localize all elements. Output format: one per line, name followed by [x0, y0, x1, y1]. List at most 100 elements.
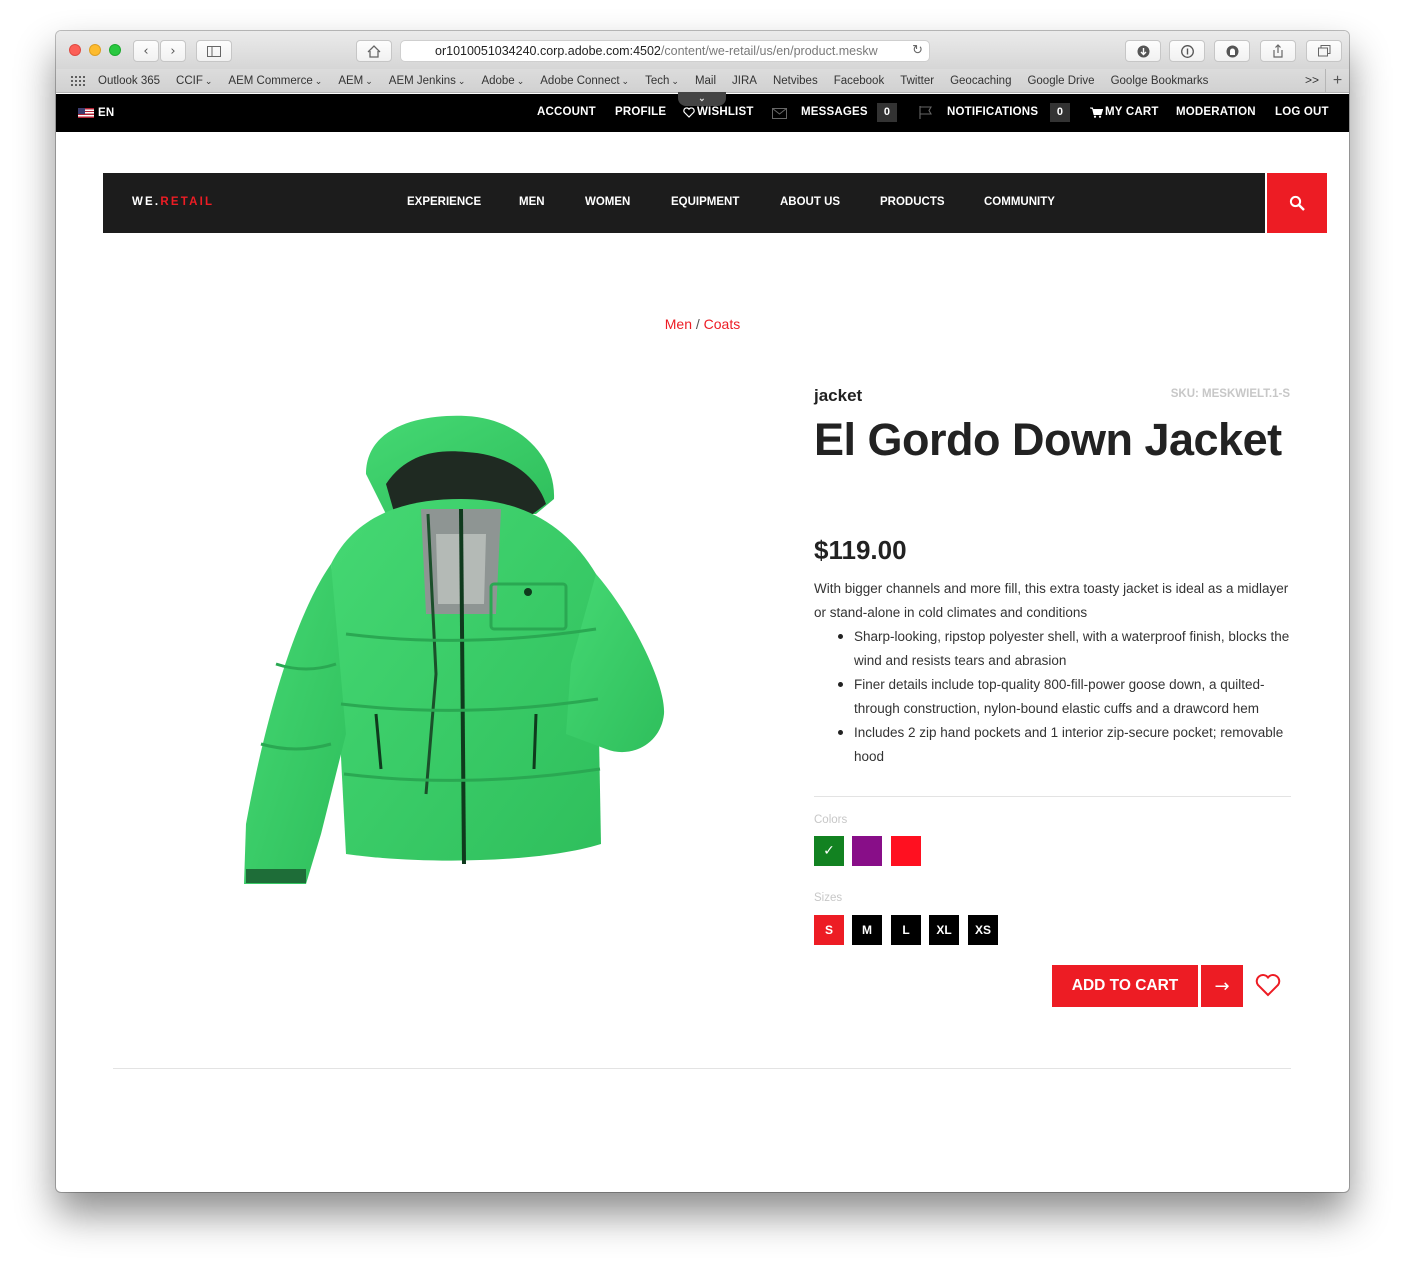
nav-community[interactable]: COMMUNITY: [984, 196, 1055, 208]
add-to-wishlist-heart-icon[interactable]: [1254, 971, 1282, 999]
sidebar-toggle-button[interactable]: [196, 40, 232, 62]
bookmark-label: Tech: [645, 74, 670, 87]
tabs-icon: [1317, 45, 1330, 57]
bookmark-label: Outlook 365: [98, 74, 161, 87]
bookmark-label: JIRA: [732, 74, 757, 87]
product-description: With bigger channels and more fill, this…: [814, 581, 1289, 620]
bookmark-label: AEM Jenkins: [388, 74, 456, 87]
bookmark-adobe[interactable]: Adobe ⌄: [481, 75, 524, 87]
bookmark-netvibes[interactable]: Netvibes: [773, 75, 818, 87]
back-button[interactable]: ‹: [133, 40, 159, 62]
browser-toolbar: ‹ › or1010051034240.corp.adobe.com:4502/…: [56, 31, 1349, 69]
bookmark-aem-commerce[interactable]: AEM Commerce ⌄: [228, 75, 322, 87]
logo-suffix: RETAIL: [160, 196, 215, 208]
moderation-link[interactable]: MODERATION: [1176, 106, 1256, 118]
bookmark-jira[interactable]: JIRA: [732, 75, 757, 87]
color-swatch-red[interactable]: [891, 836, 921, 866]
chevron-down-icon: ⌄: [621, 75, 630, 86]
product-sku: SKU: MESKWIELT.1-S: [1170, 388, 1290, 400]
bookmark-twitter[interactable]: Twitter: [900, 75, 934, 87]
utility-bar: ⌄ EN ACCOUNT PROFILE WISHLIST MESSAGES 0…: [56, 92, 1349, 132]
tabs-overview-button[interactable]: [1306, 40, 1342, 62]
home-button[interactable]: [356, 40, 392, 62]
chevron-down-icon: ⌄: [314, 75, 323, 86]
bookmark-label: Goolge Bookmarks: [1110, 74, 1209, 87]
bookmark-geocaching[interactable]: Geocaching: [950, 75, 1011, 87]
my-cart-link[interactable]: MY CART: [1090, 106, 1159, 118]
bookmark-facebook[interactable]: Facebook: [834, 75, 885, 87]
downloads-button[interactable]: [1125, 40, 1161, 62]
reload-icon[interactable]: ↻: [912, 43, 923, 58]
size-option-m[interactable]: M: [852, 915, 882, 945]
notifications-count-badge: 0: [1050, 103, 1070, 122]
size-option-l[interactable]: L: [891, 915, 921, 945]
bookmark-outlook-365[interactable]: Outlook 365: [98, 75, 160, 87]
nav-men[interactable]: MEN: [519, 196, 545, 208]
bookmark-mail[interactable]: Mail: [695, 75, 716, 87]
log-out-link[interactable]: LOG OUT: [1275, 106, 1329, 118]
sidebar-icon: [207, 45, 221, 57]
bookmark-label: AEM Commerce: [228, 74, 313, 87]
breadcrumb-men[interactable]: Men: [665, 316, 692, 332]
product-title: El Gordo Down Jacket: [814, 414, 1282, 465]
bookmarks-overflow-button[interactable]: >>: [1305, 73, 1319, 87]
size-option-s[interactable]: S: [814, 915, 844, 945]
zoom-window-button[interactable]: [109, 44, 121, 56]
product-features: Sharp-looking, ripstop polyester shell, …: [838, 625, 1294, 769]
profile-link[interactable]: PROFILE: [615, 106, 666, 118]
feature-item: Sharp-looking, ripstop polyester shell, …: [838, 625, 1294, 673]
bookmark-label: Twitter: [900, 74, 935, 87]
bookmark-adobe-connect[interactable]: Adobe Connect ⌄: [540, 75, 629, 87]
bookmark-google-drive[interactable]: Google Drive: [1027, 75, 1094, 87]
nav-products[interactable]: PRODUCTS: [880, 196, 945, 208]
new-tab-plus-icon[interactable]: +: [1325, 69, 1349, 93]
ghostery-extension-button[interactable]: [1214, 40, 1250, 62]
share-button[interactable]: [1260, 40, 1296, 62]
address-bar[interactable]: or1010051034240.corp.adobe.com:4502/cont…: [400, 40, 930, 62]
feature-item: Finer details include top-quality 800-fi…: [838, 673, 1294, 721]
nav-about-us[interactable]: ABOUT US: [780, 196, 840, 208]
my-cart-label: MY CART: [1105, 106, 1159, 118]
bookmark-ccif[interactable]: CCIF ⌄: [176, 75, 212, 87]
account-link[interactable]: ACCOUNT: [537, 106, 596, 118]
color-swatch-purple[interactable]: [852, 836, 882, 866]
sizes-label: Sizes: [814, 892, 843, 904]
bookmark-aem[interactable]: AEM ⌄: [338, 75, 372, 87]
forward-button[interactable]: ›: [160, 40, 186, 62]
close-window-button[interactable]: [69, 44, 81, 56]
chevron-down-icon: ⌄: [671, 75, 679, 86]
size-option-xl[interactable]: XL: [929, 915, 959, 945]
heart-icon: [683, 106, 695, 118]
nav-women[interactable]: WOMEN: [585, 196, 630, 208]
search-button[interactable]: [1267, 173, 1327, 233]
add-to-cart-button[interactable]: ADD TO CART: [1052, 965, 1198, 1007]
bookmark-label: AEM: [338, 74, 364, 87]
we-retail-logo[interactable]: WE.RETAIL: [132, 196, 214, 208]
product-image: [244, 415, 665, 884]
notifications-link[interactable]: NOTIFICATIONS: [947, 106, 1038, 118]
bookmark-label: Mail: [694, 74, 717, 87]
checkout-arrow-button[interactable]: →: [1201, 965, 1243, 1007]
ghost-icon: [1226, 45, 1238, 57]
messages-count-badge: 0: [877, 103, 897, 122]
language-selector[interactable]: EN: [78, 107, 114, 119]
breadcrumb-coats[interactable]: Coats: [704, 316, 741, 332]
divider: [814, 796, 1291, 797]
nav-experience[interactable]: EXPERIENCE: [407, 196, 481, 208]
size-option-xs[interactable]: XS: [968, 915, 998, 945]
arrow-right-icon: →: [1214, 975, 1230, 997]
apps-grid-icon[interactable]: [70, 74, 86, 87]
bookmark-goolge-bookmarks[interactable]: Goolge Bookmarks: [1111, 75, 1209, 87]
chevron-left-icon: ‹: [143, 43, 149, 59]
wishlist-link[interactable]: WISHLIST: [683, 106, 754, 118]
bookmark-tech[interactable]: Tech ⌄: [645, 75, 679, 87]
password-extension-button[interactable]: [1169, 40, 1205, 62]
messages-link[interactable]: MESSAGES: [801, 106, 868, 118]
logo-prefix: WE.: [132, 196, 161, 208]
chevron-down-icon[interactable]: ⌄: [678, 92, 726, 106]
minimize-window-button[interactable]: [89, 44, 101, 56]
bookmark-aem-jenkins[interactable]: AEM Jenkins ⌄: [389, 75, 466, 87]
nav-equipment[interactable]: EQUIPMENT: [671, 196, 739, 208]
color-swatch-green[interactable]: ✓: [814, 836, 844, 866]
main-navigation: WE.RETAIL EXPERIENCE MEN WOMEN EQUIPMENT…: [103, 173, 1265, 233]
